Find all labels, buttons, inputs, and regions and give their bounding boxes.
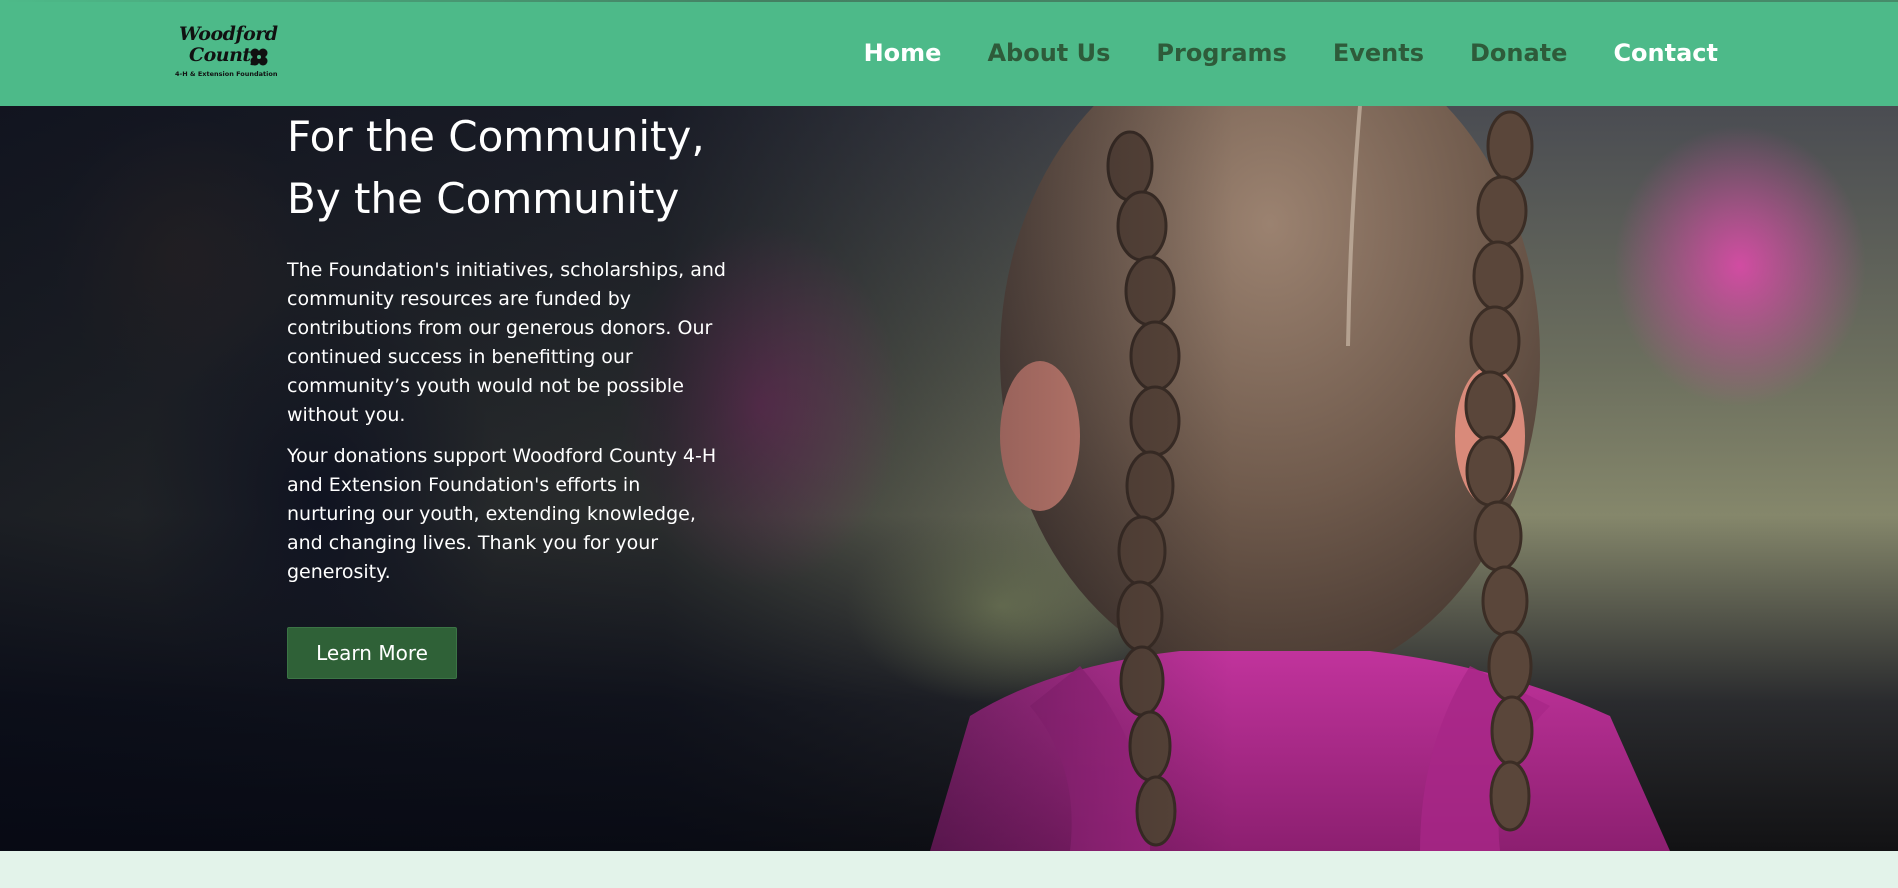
learn-more-button[interactable]: Learn More <box>287 627 457 679</box>
nav-home[interactable]: Home <box>864 39 942 67</box>
logo-tagline: 4-H & Extension Foundation <box>175 70 278 78</box>
hero-paragraph-funding: The Foundation's initiatives, scholarshi… <box>287 259 726 426</box>
four-leaf-clover-icon <box>250 48 268 66</box>
hero-overlay <box>0 106 1898 851</box>
hero-heading-line2: By the Community <box>287 174 680 223</box>
site-header: Woodford County 4-H & Extension Foundati… <box>0 0 1898 106</box>
nav-programs[interactable]: Programs <box>1156 39 1286 67</box>
hero-content: For the Community, By the Community The … <box>287 106 727 679</box>
nav-donate[interactable]: Donate <box>1470 39 1567 67</box>
site-logo[interactable]: Woodford County 4-H & Extension Foundati… <box>173 22 278 84</box>
hero-heading-line1: For the Community, <box>287 112 705 161</box>
hero-paragraph-donations: Your donations support Woodford County 4… <box>287 445 717 583</box>
logo-text-woodford: Woodford <box>179 23 278 45</box>
next-section-strip <box>0 851 1898 888</box>
nav-about-us[interactable]: About Us <box>987 39 1110 67</box>
nav-events[interactable]: Events <box>1333 39 1424 67</box>
hero-heading: For the Community, By the Community <box>287 106 727 230</box>
hero-section: For the Community, By the Community The … <box>0 106 1898 851</box>
nav-contact[interactable]: Contact <box>1613 39 1718 67</box>
main-navigation: Home About Us Programs Events Donate Con… <box>864 0 1718 106</box>
